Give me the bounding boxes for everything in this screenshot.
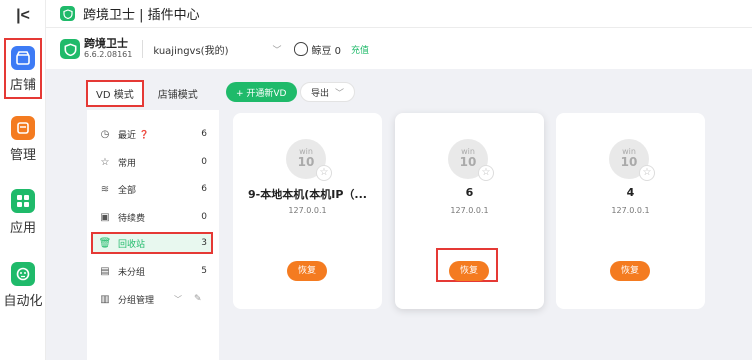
- divider: [142, 40, 144, 58]
- filter-count: 5: [201, 266, 207, 276]
- vd-card[interactable]: win 10 ☆ 4 127.0.0.1 恢复: [556, 113, 705, 309]
- filter-count: 0: [201, 157, 207, 167]
- export-label: 导出: [311, 88, 330, 99]
- filter-all[interactable]: ≋ 全部 6: [87, 178, 219, 200]
- star-icon: ☆: [100, 156, 110, 168]
- shield-logo-icon: [60, 6, 75, 21]
- filter-label: 全部: [118, 185, 137, 196]
- rail-item-manage[interactable]: 管理: [0, 116, 46, 163]
- beans-balance: 鲸豆 0: [293, 42, 342, 57]
- filter-panel: ◷ 最近 ❓ 6 ☆ 常用 0 ≋ 全部 6 ▣ 待续费 0 🗑︎ 回收站 3 …: [87, 110, 219, 360]
- filter-favorites[interactable]: ☆ 常用 0: [87, 151, 219, 173]
- filter-count: 3: [201, 238, 207, 248]
- restore-button[interactable]: 恢复: [287, 261, 327, 281]
- restore-button[interactable]: 恢复: [449, 261, 489, 281]
- apps-icon: [11, 189, 35, 213]
- renew-icon: ▣: [100, 211, 110, 223]
- beans-label: 鲸豆 0: [311, 45, 342, 57]
- clock-icon: ◷: [100, 128, 110, 140]
- title-bar: 跨境卫士 | 插件中心: [46, 0, 752, 28]
- tab-store-mode[interactable]: 店铺模式: [150, 82, 206, 105]
- folder-icon: ▤: [100, 265, 110, 277]
- vd-name: 6: [465, 186, 474, 199]
- app-header: 跨境卫士 6.6.2.08161 kuajingvs(我的) ﹀ 鲸豆 0 充值: [46, 29, 752, 69]
- rail-item-store[interactable]: 店铺: [4, 38, 42, 99]
- recharge-link[interactable]: 充值: [351, 43, 369, 56]
- layers-icon: ≋: [100, 183, 110, 195]
- filter-label: 未分组: [118, 267, 146, 278]
- filter-count: 6: [201, 184, 207, 194]
- vd-card[interactable]: win 10 ☆ 6 127.0.0.1 恢复: [395, 113, 544, 309]
- app-version: 6.6.2.08161: [84, 50, 133, 59]
- chevron-down-icon: ﹀: [335, 88, 345, 99]
- filter-label: 最近: [118, 130, 137, 141]
- star-icon[interactable]: ☆: [478, 165, 494, 181]
- rail-item-automation[interactable]: 自动化: [0, 262, 46, 309]
- collapse-left-icon[interactable]: |<: [12, 6, 34, 26]
- trash-icon: 🗑︎: [98, 237, 112, 249]
- rail-item-label: 管理: [9, 148, 36, 163]
- filter-ungrouped[interactable]: ▤ 未分组 5: [87, 260, 219, 282]
- filter-group-management[interactable]: ▥ 分组管理 ﹀ ✎: [87, 288, 219, 310]
- filter-count: 6: [201, 129, 207, 139]
- vd-name: 4: [626, 186, 635, 199]
- window-title: 跨境卫士 | 插件中心: [83, 8, 200, 23]
- manage-icon: [11, 116, 35, 140]
- star-icon[interactable]: ☆: [316, 165, 332, 181]
- filter-label: 待续费: [118, 213, 146, 224]
- vd-ip: 127.0.0.1: [288, 206, 327, 215]
- restore-highlight: 恢复: [436, 248, 498, 282]
- mode-tabs: VD 模式 店铺模式: [86, 79, 206, 107]
- app-logo-icon: [60, 39, 80, 59]
- tab-vd-mode[interactable]: VD 模式: [86, 79, 144, 107]
- edit-icon[interactable]: ✎: [194, 294, 202, 304]
- robot-icon: [11, 262, 35, 286]
- rail-item-label: 自动化: [3, 294, 43, 309]
- vd-ip: 127.0.0.1: [611, 206, 650, 215]
- chevron-down-icon[interactable]: ﹀: [174, 294, 182, 305]
- vd-ip: 127.0.0.1: [450, 206, 489, 215]
- help-icon: ❓: [139, 129, 149, 139]
- export-button[interactable]: 导出 ﹀: [300, 82, 356, 102]
- vd-name: 9-本地本机(本机IP（...: [248, 188, 367, 201]
- vd-card[interactable]: win 10 ☆ 9-本地本机(本机IP（... 127.0.0.1 恢复: [233, 113, 382, 309]
- filter-label: 常用: [118, 158, 137, 169]
- left-rail: |< 店铺 管理 应用 自动化: [0, 0, 46, 360]
- filter-pending-renewal[interactable]: ▣ 待续费 0: [87, 206, 219, 228]
- star-icon[interactable]: ☆: [639, 165, 655, 181]
- filter-label: 回收站: [118, 239, 146, 250]
- filter-count: 0: [201, 212, 207, 222]
- restore-button[interactable]: 恢复: [610, 261, 650, 281]
- store-icon: [11, 46, 35, 70]
- filter-recent[interactable]: ◷ 最近 ❓ 6: [87, 123, 219, 145]
- chevron-down-icon[interactable]: ﹀: [272, 43, 281, 56]
- rail-item-label: 应用: [9, 221, 36, 236]
- filter-label: 分组管理: [118, 295, 155, 306]
- account-selector[interactable]: kuajingvs(我的): [153, 42, 228, 57]
- filter-recycle-bin[interactable]: 🗑︎ 回收站 3: [91, 232, 213, 254]
- app-name: 跨境卫士: [84, 37, 128, 50]
- new-vd-button[interactable]: + 开通新VD: [226, 82, 297, 102]
- rail-item-apps[interactable]: 应用: [0, 189, 46, 236]
- app-identity: 跨境卫士 6.6.2.08161: [84, 38, 132, 60]
- group-icon: ▥: [100, 293, 110, 305]
- bean-icon: [293, 42, 308, 56]
- rail-item-label: 店铺: [9, 78, 36, 93]
